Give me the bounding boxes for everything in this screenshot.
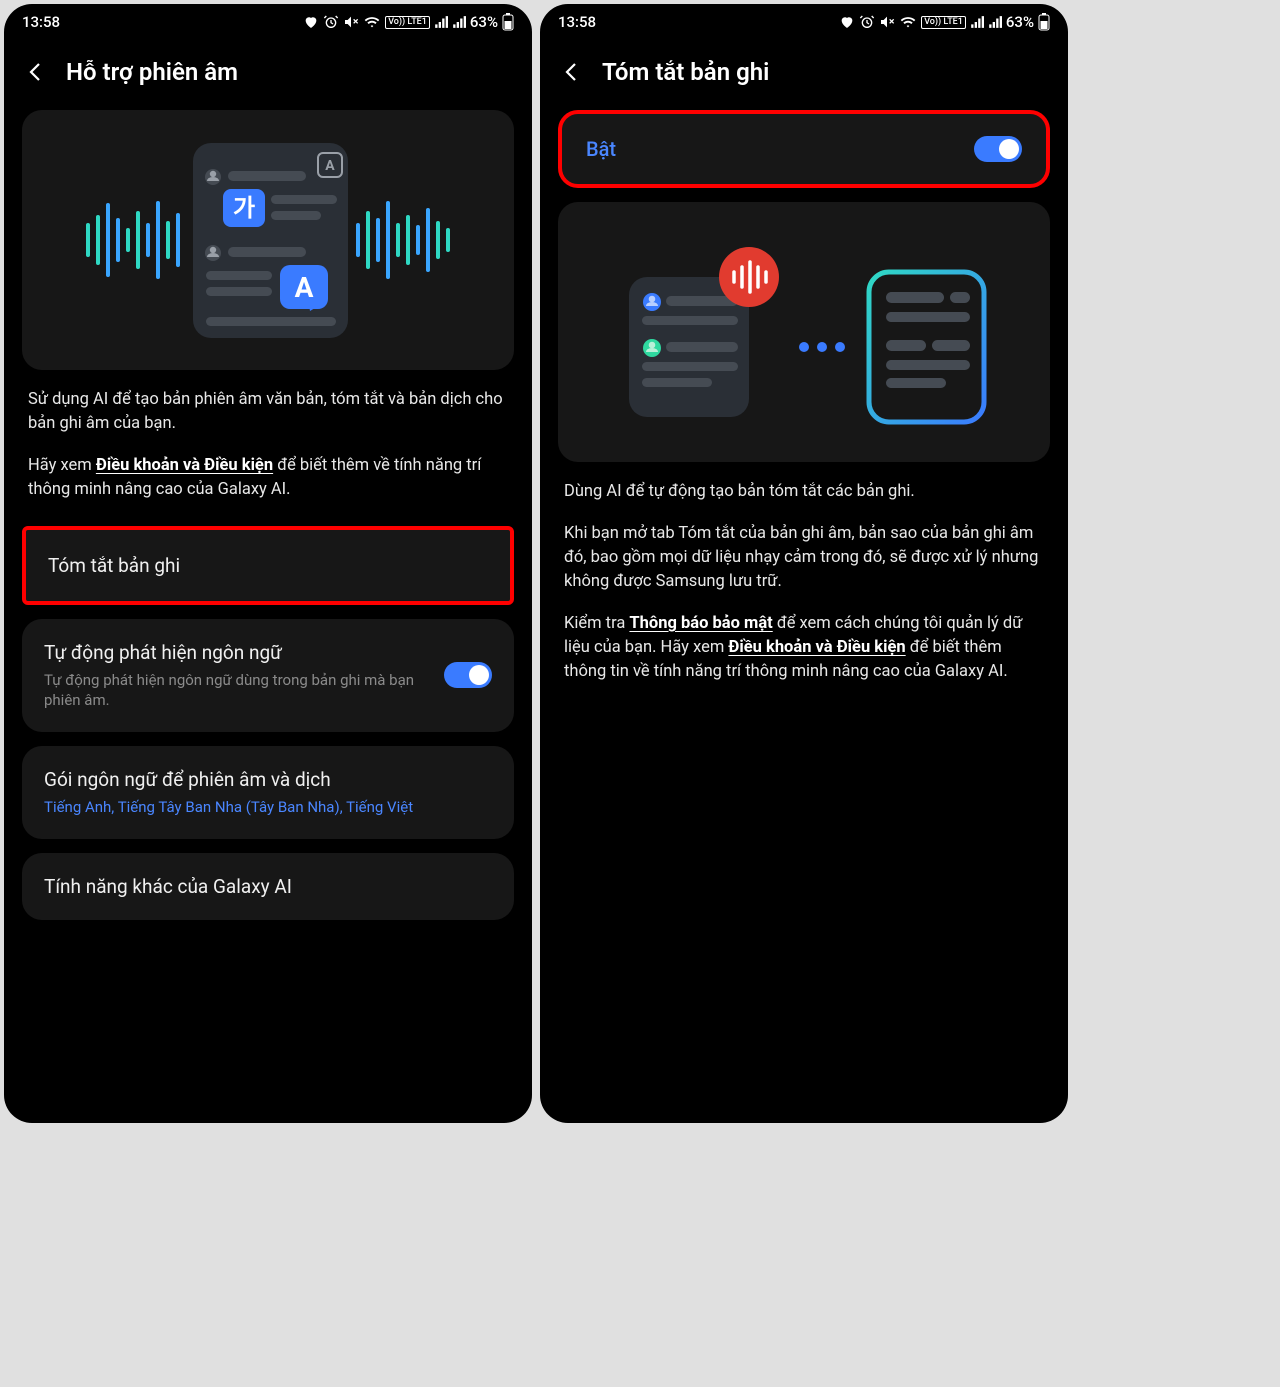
lte-label: Vo)) LTE1 — [921, 16, 966, 29]
terms-link[interactable]: Điều khoản và Điều kiện — [728, 638, 905, 657]
description-block: Sử dụng AI để tạo bản phiên âm văn bản, … — [22, 384, 514, 512]
status-time: 13:58 — [558, 13, 596, 31]
lte-label: Vo)) LTE1 — [385, 16, 430, 29]
desc-2: Khi bạn mở tab Tóm tắt của bản ghi âm, b… — [564, 522, 1044, 594]
page-title: Hỗ trợ phiên âm — [66, 58, 238, 86]
battery-icon — [502, 13, 514, 31]
desc-1: Dùng AI để tự động tạo bản tóm tắt các b… — [564, 480, 1044, 504]
mute-icon — [879, 14, 895, 30]
master-toggle-label: Bật — [586, 137, 616, 161]
status-icons: Vo)) LTE1 63% — [303, 13, 514, 31]
battery-icon — [1038, 13, 1050, 31]
phone-right: 13:58 Vo)) LTE1 63% Tóm tắt bản ghi Bật — [540, 4, 1068, 1123]
svg-text:A: A — [295, 271, 314, 304]
item-language-packs-sub: Tiếng Anh, Tiếng Tây Ban Nha (Tây Ban Nh… — [44, 797, 492, 817]
signal-icon-1 — [434, 15, 448, 29]
hero-illustration: A 가 A — [22, 110, 514, 370]
page-title: Tóm tắt bản ghi — [602, 58, 769, 86]
master-toggle-card[interactable]: Bật — [558, 110, 1050, 188]
svg-text:가: 가 — [233, 194, 255, 222]
item-auto-detect-title: Tự động phát hiện ngôn ngữ — [44, 641, 428, 664]
signal-icon-2 — [452, 15, 466, 29]
status-bar: 13:58 Vo)) LTE1 63% — [540, 4, 1068, 40]
item-language-packs-title: Gói ngôn ngữ để phiên âm và dịch — [44, 768, 492, 791]
phone-left: 13:58 Vo)) LTE1 63% Hỗ trợ phiên âm — [4, 4, 532, 1123]
wifi-icon — [363, 14, 381, 30]
item-other-features-label: Tính năng khác của Galaxy AI — [44, 875, 492, 898]
mute-icon — [343, 14, 359, 30]
desc-2: Hãy xem Điều khoản và Điều kiện để biết … — [28, 454, 508, 502]
status-time: 13:58 — [22, 13, 60, 31]
auto-detect-toggle[interactable] — [444, 662, 492, 688]
back-icon[interactable] — [560, 60, 584, 84]
signal-icon-1 — [970, 15, 984, 29]
item-summary-label: Tóm tắt bản ghi — [48, 554, 488, 577]
item-summary[interactable]: Tóm tắt bản ghi — [22, 526, 514, 605]
privacy-link[interactable]: Thông báo bảo mật — [629, 614, 772, 633]
desc-3: Kiểm tra Thông báo bảo mật để xem cách c… — [564, 612, 1044, 684]
battery-text: 63% — [1006, 13, 1034, 31]
item-auto-detect[interactable]: Tự động phát hiện ngôn ngữ Tự động phát … — [22, 619, 514, 733]
status-bar: 13:58 Vo)) LTE1 63% — [4, 4, 532, 40]
header: Hỗ trợ phiên âm — [4, 40, 532, 110]
alarm-icon — [323, 14, 339, 30]
heart-icon — [839, 14, 855, 30]
description-block: Dùng AI để tự động tạo bản tóm tắt các b… — [558, 476, 1050, 693]
status-icons: Vo)) LTE1 63% — [839, 13, 1050, 31]
item-other-features[interactable]: Tính năng khác của Galaxy AI — [22, 853, 514, 920]
terms-link[interactable]: Điều khoản và Điều kiện — [96, 456, 273, 475]
master-toggle[interactable] — [974, 136, 1022, 162]
battery-text: 63% — [470, 13, 498, 31]
hero-illustration — [558, 202, 1050, 462]
item-auto-detect-sub: Tự động phát hiện ngôn ngữ dùng trong bả… — [44, 670, 428, 711]
desc-1: Sử dụng AI để tạo bản phiên âm văn bản, … — [28, 388, 508, 436]
header: Tóm tắt bản ghi — [540, 40, 1068, 110]
alarm-icon — [859, 14, 875, 30]
signal-icon-2 — [988, 15, 1002, 29]
back-icon[interactable] — [24, 60, 48, 84]
wifi-icon — [899, 14, 917, 30]
item-language-packs[interactable]: Gói ngôn ngữ để phiên âm và dịch Tiếng A… — [22, 746, 514, 839]
heart-icon — [303, 14, 319, 30]
svg-text:A: A — [325, 158, 335, 174]
